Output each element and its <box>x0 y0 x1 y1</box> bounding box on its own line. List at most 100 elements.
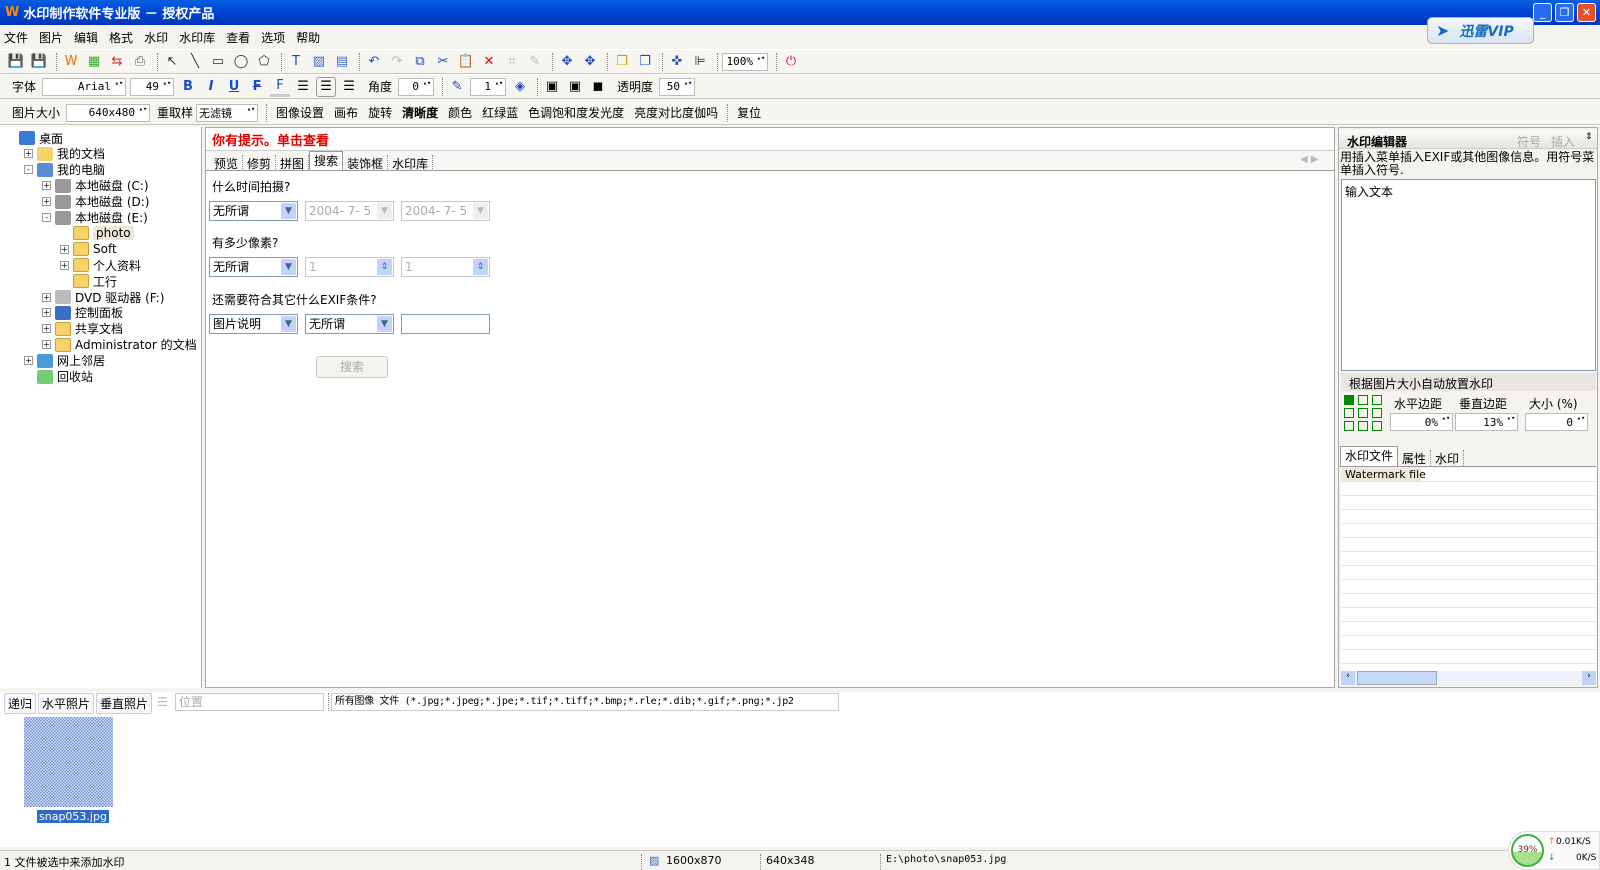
stop-icon[interactable]: ⏻ <box>781 52 801 72</box>
print-icon[interactable]: ⎙ <box>130 52 150 72</box>
browse-button-2[interactable]: 垂直照片 <box>96 693 153 714</box>
hint-link[interactable]: 你有提示。单击查看 <box>212 130 329 149</box>
convert-icon[interactable]: ⇆ <box>107 52 127 72</box>
save-icon[interactable]: 💾 <box>6 52 26 72</box>
image-tool-5[interactable]: 红绿蓝 <box>482 104 518 121</box>
thumbnail-image[interactable] <box>24 717 113 807</box>
pixels-select[interactable]: 无所谓 ▼ <box>209 257 298 277</box>
pointer-icon[interactable]: ↖ <box>162 52 182 72</box>
align-left-icon[interactable]: ☰ <box>293 77 313 97</box>
browse-button-1[interactable]: 水平照片 <box>38 693 95 714</box>
batch-icon[interactable]: ▦ <box>84 52 104 72</box>
tree-node[interactable]: + 我的文档 <box>24 146 105 162</box>
save-as-icon[interactable]: 💾 <box>29 52 49 72</box>
tab-2[interactable]: 拼图 <box>276 155 310 171</box>
menu-item[interactable]: 编辑 <box>74 29 98 46</box>
tree-node[interactable]: + 本地磁盘 (D:) <box>42 194 149 210</box>
align-center-icon[interactable]: ☰ <box>316 76 337 97</box>
restore-button[interactable]: ❐ <box>1555 3 1574 22</box>
close-button[interactable]: ✕ <box>1577 3 1596 22</box>
move-up-icon[interactable]: ✥ <box>557 52 577 72</box>
tree-node[interactable]: + 本地磁盘 (C:) <box>42 178 149 194</box>
horizontal-scrollbar[interactable]: ‹ › <box>1341 671 1596 685</box>
file-type-filter[interactable]: 所有图像 文件 (*.jpg;*.jpeg;*.jpe;*.tif;*.tiff… <box>331 693 839 711</box>
rectangle-icon[interactable]: ▭ <box>208 52 228 72</box>
menu-item[interactable]: 格式 <box>109 29 133 46</box>
tree-node[interactable]: - 我的电脑 <box>24 162 105 178</box>
time-select[interactable]: 无所谓 ▼ <box>209 201 298 221</box>
expander-icon[interactable]: - <box>42 213 51 222</box>
zoom-spinner[interactable]: 100% <box>722 52 768 71</box>
thumbnail-label[interactable]: snap053.jpg <box>37 810 109 823</box>
watermark-tab-2[interactable]: 水印 <box>1431 450 1465 466</box>
browse-button-0[interactable]: 递归 <box>4 693 37 714</box>
tree-node[interactable]: + 网上邻居 <box>24 353 105 369</box>
expander-icon[interactable]: + <box>42 292 51 302</box>
tree-node[interactable]: + 控制面板 <box>42 305 123 321</box>
strikethrough-icon[interactable]: F <box>247 77 267 97</box>
menu-item[interactable]: 帮助 <box>296 29 320 46</box>
tree-node[interactable]: + Administrator 的文档 <box>42 337 197 353</box>
position-grid[interactable] <box>1344 395 1383 431</box>
tree-node[interactable]: photo <box>60 225 134 241</box>
font-size-spinner[interactable]: 49 <box>130 77 175 96</box>
tab-3[interactable]: 搜索 <box>309 151 344 171</box>
fill-bucket-icon[interactable]: ◈ <box>510 77 530 97</box>
tab-4[interactable]: 装饰框 <box>343 155 389 171</box>
image-tool-1[interactable]: 画布 <box>334 104 358 121</box>
date-from-picker[interactable]: 2004- 7- 5 ▼ <box>305 201 394 221</box>
center-icon[interactable]: ✜ <box>667 52 687 72</box>
align-icon[interactable]: ⊫ <box>690 52 710 72</box>
updown-icon[interactable]: ⇕ <box>1585 132 1593 142</box>
expander-icon[interactable] <box>6 134 15 143</box>
menu-item[interactable]: 文件 <box>4 29 28 46</box>
expander-icon[interactable]: + <box>60 244 69 254</box>
menu-item[interactable]: 图片 <box>39 29 63 46</box>
font-select[interactable]: Arial <box>42 77 127 96</box>
border-style-icon[interactable]: ◼ <box>588 77 608 97</box>
italic-icon[interactable]: I <box>201 77 221 97</box>
outline-icon[interactable]: ▣ <box>565 77 585 97</box>
expander-icon[interactable]: + <box>24 149 33 159</box>
menu-item[interactable]: 水印 <box>144 29 168 46</box>
brush-icon[interactable]: ✎ <box>525 52 545 72</box>
tree-node[interactable]: + 共享文档 <box>42 321 123 337</box>
h-margin-spinner[interactable]: 0% <box>1390 413 1453 431</box>
image-tool-8[interactable]: 复位 <box>737 104 761 121</box>
tree-node[interactable]: - 本地磁盘 (E:) <box>42 210 148 226</box>
expander-icon[interactable]: + <box>42 308 51 318</box>
tab-1[interactable]: 修剪 <box>243 155 277 171</box>
list-view-icon[interactable]: ☰ <box>157 695 168 709</box>
align-right-icon[interactable]: ☰ <box>339 77 359 97</box>
expander-icon[interactable]: + <box>42 340 51 350</box>
image-size-spinner[interactable]: 640x480 <box>66 103 151 122</box>
cut-icon[interactable]: ✂ <box>433 52 453 72</box>
send-back-icon[interactable]: ❐ <box>635 52 655 72</box>
image-tool-6[interactable]: 色调饱和度发光度 <box>528 104 624 121</box>
xunlei-vip-button[interactable]: ➤ 迅雷VIP <box>1427 17 1534 44</box>
tab-5[interactable]: 水印库 <box>388 155 434 171</box>
watermark-tab-1[interactable]: 属性 <box>1398 450 1432 466</box>
search-button[interactable]: 搜索 <box>316 356 388 378</box>
date-to-picker[interactable]: 2004- 7- 5 ▼ <box>401 201 490 221</box>
tree-node[interactable]: 工行 <box>60 273 117 289</box>
ellipse-icon[interactable]: ◯ <box>231 52 251 72</box>
redo-icon[interactable]: ↷ <box>387 52 407 72</box>
tree-node[interactable]: + DVD 驱动器 (F:) <box>42 289 165 305</box>
v-margin-spinner[interactable]: 13% <box>1455 413 1518 431</box>
image-tool-3[interactable]: 清晰度 <box>402 104 438 121</box>
watermark-file-list[interactable]: Watermark file <box>1341 468 1596 671</box>
image-tool-2[interactable]: 旋转 <box>368 104 392 121</box>
folder-tree[interactable]: 桌面 + 我的文档 - 我的电脑 + 本地磁盘 (C:) + 本地磁盘 (D:) - 本地磁盘 (E… <box>0 127 202 688</box>
undo-icon[interactable]: ↶ <box>364 52 384 72</box>
expander-icon[interactable]: + <box>24 356 33 366</box>
tree-node[interactable]: 回收站 <box>24 369 93 385</box>
position-select[interactable]: 位置 <box>175 693 324 711</box>
expander-icon[interactable] <box>60 277 69 286</box>
text-icon[interactable]: T <box>286 52 306 72</box>
tab-0[interactable]: 预览 <box>210 155 244 171</box>
expander-icon[interactable]: + <box>42 324 51 334</box>
menu-item[interactable]: 选项 <box>261 29 285 46</box>
move-down-icon[interactable]: ✥ <box>580 52 600 72</box>
stroke-width-spinner[interactable]: 1 <box>470 77 507 96</box>
